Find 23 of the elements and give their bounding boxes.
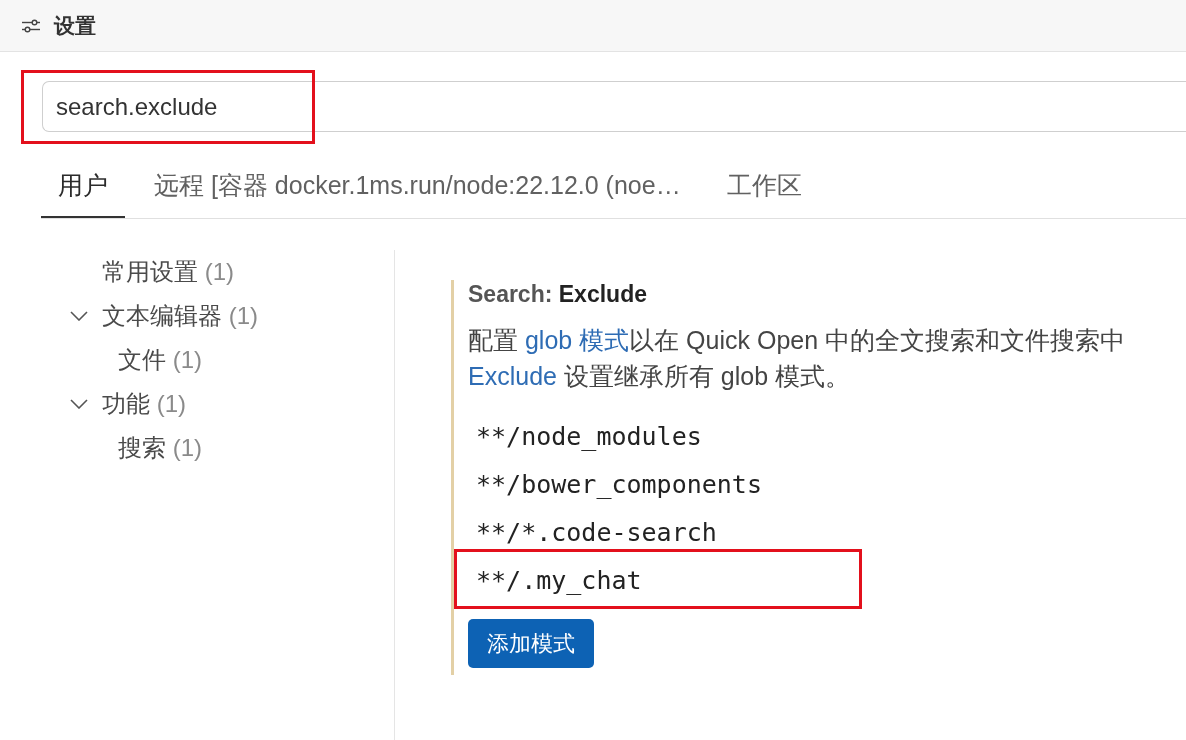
description-link[interactable]: glob 模式 xyxy=(524,326,630,354)
pattern-item[interactable]: **/node_modules xyxy=(476,422,702,452)
toc-item[interactable]: 文件 (1) xyxy=(118,345,202,375)
chevron-down-icon[interactable] xyxy=(70,399,88,409)
toc-item[interactable]: 常用设置 (1) xyxy=(102,257,234,287)
toc-item[interactable]: 文本编辑器 (1) xyxy=(102,301,258,331)
description-link[interactable]: Exclude xyxy=(468,362,557,390)
pattern-item[interactable]: **/*.code-search xyxy=(476,518,717,548)
pattern-item[interactable]: **/bower_components xyxy=(476,470,762,500)
tab[interactable]: 远程 [容器 docker.1ms.run/node:22.12.0 (noe… xyxy=(137,154,698,218)
add-pattern-button[interactable]: 添加模式 xyxy=(468,619,594,668)
tab[interactable]: 用户 xyxy=(41,154,125,218)
chevron-down-icon[interactable] xyxy=(70,311,88,321)
sliders-icon xyxy=(22,18,40,33)
description-text: 配置 glob 模式以在 Quick Open 中的全文搜索和文件搜索中 xyxy=(468,325,1126,356)
toc-item[interactable]: 搜索 (1) xyxy=(118,433,202,463)
tab[interactable]: 工作区 xyxy=(709,154,819,218)
search-field[interactable]: search.exclude xyxy=(42,81,1186,132)
description-text: Exclude 设置继承所有 glob 模式。 xyxy=(468,361,852,392)
toc-item[interactable]: 功能 (1) xyxy=(102,389,186,419)
setting-title: Search: Exclude xyxy=(468,280,648,308)
window-title: 设置 xyxy=(54,12,96,39)
pattern-item[interactable]: **/.my_chat xyxy=(476,566,642,596)
